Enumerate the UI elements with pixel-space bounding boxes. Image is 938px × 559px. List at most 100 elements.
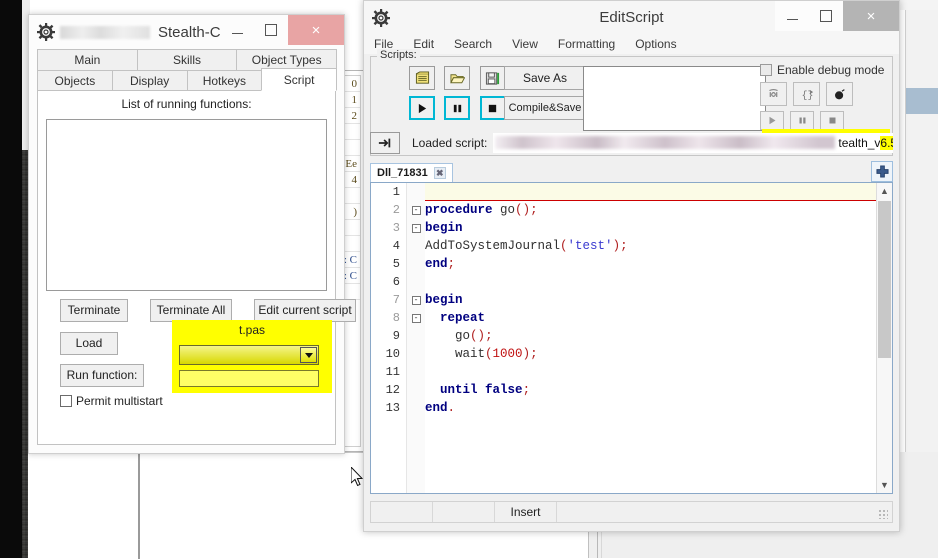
editor-vertical-scrollbar[interactable]: ▲ ▼: [876, 183, 892, 493]
step-into-icon[interactable]: [760, 82, 787, 106]
permit-multistart-row[interactable]: Permit multistart: [60, 394, 163, 408]
code-line[interactable]: go();: [425, 327, 876, 345]
goto-arrow-icon[interactable]: [370, 132, 400, 154]
code-line[interactable]: [425, 183, 876, 201]
editscript-window-controls[interactable]: ×: [775, 1, 899, 31]
stop-icon[interactable]: [480, 96, 506, 120]
code-line[interactable]: procedure go();: [425, 201, 876, 219]
function-arg-input[interactable]: [179, 370, 319, 387]
editscript-titlebar[interactable]: EditScript ×: [364, 1, 899, 34]
tab-script[interactable]: Script: [261, 68, 337, 91]
run-icon[interactable]: [409, 96, 435, 120]
enable-debug-checkbox[interactable]: [760, 64, 772, 76]
scrollbar-thumb[interactable]: [878, 201, 891, 358]
tab-skills[interactable]: Skills: [137, 49, 238, 70]
permit-multistart-checkbox[interactable]: [60, 395, 72, 407]
menu-search[interactable]: Search: [454, 37, 492, 51]
enable-debug-row[interactable]: Enable debug mode: [760, 63, 890, 77]
code-text-area[interactable]: procedure go();beginAddToSystemJournal('…: [425, 183, 876, 493]
editscript-close-button[interactable]: ×: [843, 1, 899, 31]
chevron-up-icon[interactable]: ▲: [877, 183, 892, 199]
status-insert-mode: Insert: [495, 502, 557, 522]
chevron-down-icon[interactable]: ▼: [877, 477, 892, 493]
code-line[interactable]: wait(1000);: [425, 345, 876, 363]
code-folding-column[interactable]: - - - -: [407, 183, 425, 493]
menu-formatting[interactable]: Formatting: [558, 37, 615, 51]
editscript-window[interactable]: EditScript × File Edit Search View Forma…: [363, 0, 900, 532]
code-line[interactable]: begin: [425, 291, 876, 309]
line-number: 9: [371, 327, 406, 345]
tab-display[interactable]: Display: [112, 70, 188, 91]
code-line[interactable]: begin: [425, 219, 876, 237]
debug-buttons-row-2[interactable]: [760, 111, 890, 130]
debug-stop-icon[interactable]: [820, 111, 844, 130]
code-line[interactable]: AddToSystemJournal('test');: [425, 237, 876, 255]
dll-tab-row-1[interactable]: Main Skills Object Types: [37, 49, 336, 70]
dll-window-controls[interactable]: ×: [220, 15, 344, 45]
close-icon[interactable]: ✖: [434, 167, 446, 179]
edit-current-script-button[interactable]: Edit current script: [254, 299, 356, 322]
scripts-list-memo[interactable]: [583, 66, 766, 131]
compile-save-button[interactable]: Compile&Save: [504, 96, 586, 120]
terminate-button[interactable]: Terminate: [60, 299, 128, 322]
fold-minus-icon[interactable]: -: [412, 296, 421, 305]
code-line[interactable]: [425, 363, 876, 381]
tab-hotkeys[interactable]: Hotkeys: [187, 70, 263, 91]
tab-main[interactable]: Main: [37, 49, 138, 70]
open-folder-icon[interactable]: [444, 66, 470, 90]
stealth-client-dll-window[interactable]: Stealth-Client DLL × Main Skills Object …: [28, 14, 345, 454]
save-disk-icon[interactable]: [480, 66, 506, 90]
code-editor[interactable]: 12345678910111213 ---- procedure go();be…: [370, 182, 893, 494]
resize-grip-icon[interactable]: [878, 509, 888, 519]
load-button[interactable]: Load: [60, 332, 118, 355]
line-number: 2: [371, 201, 406, 219]
dll-maximize-button[interactable]: [254, 15, 288, 45]
menu-view[interactable]: View: [512, 37, 538, 51]
editscript-minimize-button[interactable]: [775, 1, 809, 31]
debug-controls[interactable]: Enable debug mode {}: [760, 63, 890, 130]
fold-toggle[interactable]: -: [407, 309, 425, 327]
dll-tab-row-2[interactable]: Objects Display Hotkeys Script: [37, 70, 336, 91]
save-as-button[interactable]: Save As: [504, 66, 586, 90]
scripts-toolbar-row-2[interactable]: [409, 96, 512, 120]
code-line[interactable]: repeat: [425, 309, 876, 327]
editscript-maximize-button[interactable]: [809, 1, 843, 31]
tab-objects[interactable]: Objects: [37, 70, 113, 91]
dll-titlebar[interactable]: Stealth-Client DLL ×: [29, 15, 344, 49]
scripts-toolbar-row-1[interactable]: [409, 66, 512, 90]
code-line[interactable]: until false;: [425, 381, 876, 399]
code-line[interactable]: end.: [425, 399, 876, 417]
run-function-button[interactable]: Run function:: [60, 364, 144, 387]
loaded-script-path[interactable]: tealth_v6.5.2\t.pas: [493, 133, 893, 153]
step-over-icon[interactable]: {}: [793, 82, 820, 106]
terminate-all-button[interactable]: Terminate All: [150, 299, 232, 322]
chevron-down-icon[interactable]: [300, 347, 317, 363]
dll-minimize-button[interactable]: [220, 15, 254, 45]
fold-minus-icon[interactable]: -: [412, 224, 421, 233]
menu-options[interactable]: Options: [635, 37, 676, 51]
function-combobox[interactable]: [179, 345, 319, 365]
code-line[interactable]: end;: [425, 255, 876, 273]
debug-run-icon[interactable]: [760, 111, 784, 130]
dll-close-button[interactable]: ×: [288, 15, 344, 45]
dll-action-buttons[interactable]: Terminate Terminate All Edit current scr…: [60, 299, 356, 322]
editscript-menubar[interactable]: File Edit Search View Formatting Options: [364, 34, 899, 54]
fold-minus-icon[interactable]: -: [412, 206, 421, 215]
fold-toggle[interactable]: -: [407, 219, 425, 237]
editor-tabbar[interactable]: Dll_71831 ✖: [370, 163, 893, 182]
tab-object-types[interactable]: Object Types: [236, 49, 337, 70]
fold-toggle[interactable]: -: [407, 291, 425, 309]
far-right-selection: [906, 88, 938, 114]
code-line[interactable]: [425, 273, 876, 291]
pause-icon[interactable]: [444, 96, 470, 120]
new-script-icon[interactable]: [409, 66, 435, 90]
breakpoint-icon[interactable]: [826, 82, 853, 106]
fold-toggle[interactable]: -: [407, 201, 425, 219]
debug-pause-icon[interactable]: [790, 111, 814, 130]
editor-tab-dll[interactable]: Dll_71831 ✖: [370, 163, 453, 182]
running-functions-list[interactable]: [46, 119, 327, 291]
dll-tabstrip[interactable]: Main Skills Object Types Objects Display…: [37, 49, 336, 91]
plus-icon[interactable]: [871, 161, 893, 182]
debug-buttons-row-1[interactable]: {}: [760, 82, 890, 106]
fold-minus-icon[interactable]: -: [412, 314, 421, 323]
